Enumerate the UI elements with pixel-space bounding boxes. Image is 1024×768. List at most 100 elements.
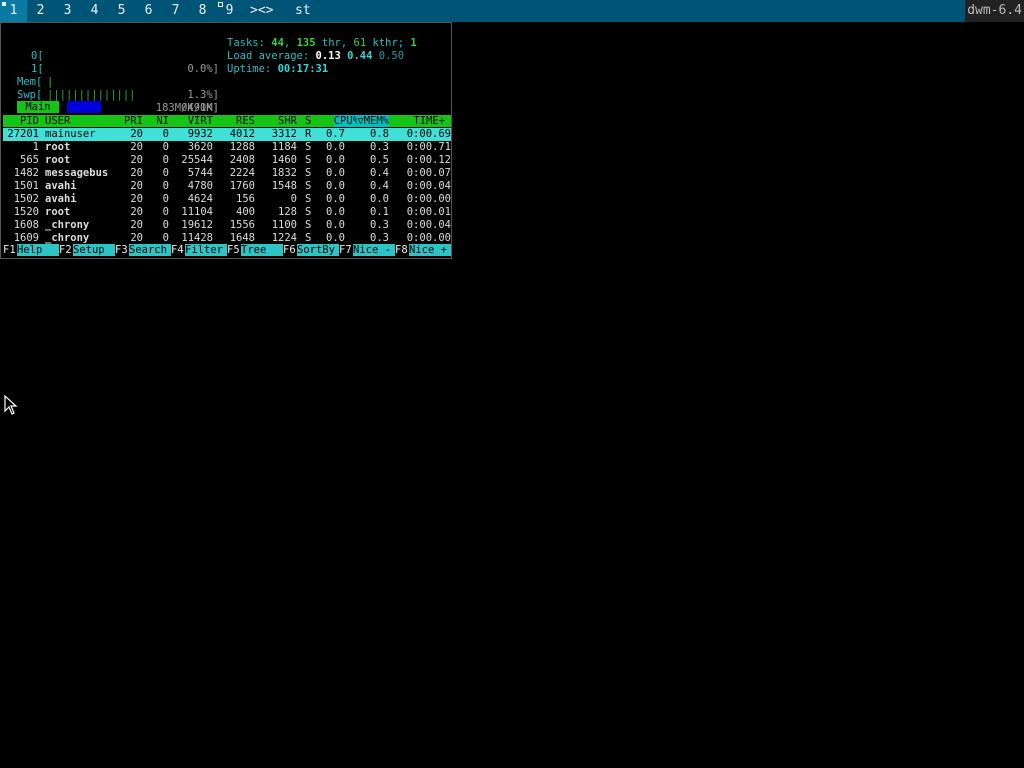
cell-mem: 0.5 [370, 154, 389, 166]
col-shr[interactable]: SHR [278, 115, 297, 127]
col-mem-sorted[interactable]: ▽MEM% [357, 115, 389, 127]
table-row[interactable]: 565 root 20 0 25544 2408 1460 S 0.0 0.5 0:00.12 [3, 154, 451, 167]
fkey-5-key[interactable]: F5 [227, 244, 240, 256]
cell-pri: 20 [130, 167, 143, 179]
fkey-7-key[interactable]: F7 [339, 244, 352, 256]
col-cpu[interactable]: CPU% [333, 115, 359, 127]
fkey-4-label[interactable]: Filter [185, 244, 227, 256]
cell-state: S [305, 193, 312, 205]
cell-virt: 9932 [187, 128, 213, 140]
cell-virt: 4780 [187, 180, 213, 192]
cell-shr: 1100 [271, 219, 297, 231]
tag-1[interactable]: 1 [0, 0, 27, 22]
tasks-kthr-label: kthr; [372, 37, 405, 49]
table-row[interactable]: 1520 root 20 0 11104 400 128 S 0.0 0.1 0:00.01 [3, 206, 451, 219]
tag-7[interactable]: 7 [162, 0, 189, 22]
cell-user: _chrony [45, 219, 90, 231]
col-pri[interactable]: PRI [124, 115, 143, 127]
status-text: dwm-6.4 [965, 0, 1024, 22]
cell-virt: 3620 [187, 141, 213, 153]
cell-state: S [305, 167, 312, 179]
swp-meter: Swp[ 0K/0K] [3, 76, 219, 114]
fkey-3-label[interactable]: Search [129, 244, 171, 256]
tag-2[interactable]: 2 [27, 0, 54, 22]
col-ni[interactable]: NI [156, 115, 169, 127]
function-key-bar: F1 Help F2 Setup F3 Search F4 Filter F5 Tree F6… [3, 244, 451, 256]
cell-pid: 27201 [7, 128, 39, 140]
col-res[interactable]: RES [236, 115, 255, 127]
fkey-4-key[interactable]: F4 [171, 244, 184, 256]
fkey-5-label[interactable]: Tree [241, 244, 283, 256]
tag-8[interactable]: 8 [189, 0, 216, 22]
table-row[interactable]: 1501 avahi 20 0 4780 1760 1548 S 0.0 0.4 0:00.04 [3, 180, 451, 193]
fkey-3-key[interactable]: F3 [115, 244, 128, 256]
col-user[interactable]: USER [45, 115, 70, 127]
cell-pid: 1520 [13, 206, 39, 218]
occupied-outline-icon [218, 2, 223, 7]
cell-cpu: 0.0 [326, 141, 345, 153]
cell-shr: 3312 [271, 128, 297, 140]
cell-virt: 19612 [181, 219, 213, 231]
fkey-1-key[interactable]: F1 [3, 244, 16, 256]
fkey-8-key[interactable]: F8 [395, 244, 408, 256]
table-row[interactable]: 1 root 20 0 3620 1288 1184 S 0.0 0.3 0:00.71 [3, 141, 451, 154]
tag-5[interactable]: 5 [108, 0, 135, 22]
tab-io[interactable] [67, 101, 101, 113]
cell-time: 0:00.01 [406, 206, 451, 218]
col-pid[interactable]: PID [20, 115, 39, 127]
cell-virt: 4624 [187, 193, 213, 205]
fkey-7-label[interactable]: Nice - [353, 244, 395, 256]
cell-pri: 20 [130, 219, 143, 231]
cell-mem: 0.8 [370, 128, 389, 140]
fkey-2-key[interactable]: F2 [59, 244, 72, 256]
cell-state: S [305, 219, 312, 231]
cell-res: 156 [236, 193, 255, 205]
fkey-1-label[interactable]: Help [17, 244, 59, 256]
tasks-count: 44 [271, 37, 284, 49]
table-row[interactable]: 1502 avahi 20 0 4624 156 0 S 0.0 0.0 0:00.00 [3, 193, 451, 206]
table-row[interactable]: 1608 _chrony 20 0 19612 1556 1100 S 0.0 0.3 0:00.0… [3, 219, 451, 232]
cell-state: S [305, 206, 312, 218]
tag-4[interactable]: 4 [81, 0, 108, 22]
window-title: st [295, 3, 311, 18]
cell-pri: 20 [130, 193, 143, 205]
uptime-meter: Uptime: 00:17:31 [227, 63, 328, 76]
table-row[interactable]: 27201 mainuser 20 0 9932 4012 3312 R 0.7 0.8 0:00.… [3, 128, 451, 141]
cell-time: 0:00.12 [406, 154, 451, 166]
layout-symbol[interactable]: ><> [250, 0, 273, 22]
col-virt[interactable]: VIRT [188, 115, 213, 127]
fkey-6-key[interactable]: F6 [283, 244, 296, 256]
dwm-top-bar: 1 2 3 4 5 6 7 8 9 ><> st dwm-6.4 [0, 0, 1024, 22]
cell-pri: 20 [130, 206, 143, 218]
terminal-window[interactable]: 0[ 0.0%] 1[ | 1.3%] Mem[ |||||||||||||| … [0, 22, 452, 259]
cell-cpu: 0.0 [326, 206, 345, 218]
tasks-kthr: 61 [353, 37, 367, 49]
cell-mem: 0.4 [370, 180, 389, 192]
cell-pid: 1 [32, 141, 39, 153]
col-state[interactable]: S [305, 115, 311, 127]
cell-time: 0:00.04 [406, 180, 451, 192]
cell-shr: 1548 [271, 180, 297, 192]
cell-state: S [305, 141, 312, 153]
tag-3[interactable]: 3 [54, 0, 81, 22]
cell-res: 1556 [229, 219, 255, 231]
cell-user: avahi [45, 180, 77, 192]
tasks-label: Tasks: [227, 37, 265, 49]
tag-9[interactable]: 9 [216, 0, 243, 22]
cell-shr: 128 [278, 206, 297, 218]
tab-main[interactable]: Main [17, 101, 59, 113]
tasks-meter: Tasks: 44, 135 thr, 61 kthr; 1 [227, 37, 417, 49]
fkey-6-label[interactable]: SortBy [297, 244, 339, 256]
col-time[interactable]: TIME+ [413, 115, 445, 127]
table-row[interactable]: 1482 messagebus 20 0 5744 2224 1832 S 0.0 0.4 0:00… [3, 167, 451, 180]
tag-6[interactable]: 6 [135, 0, 162, 22]
load-label: Load average: [227, 50, 310, 62]
fkey-8-label[interactable]: Nice + [409, 244, 451, 256]
fkey-2-label[interactable]: Setup [73, 244, 115, 256]
cell-res: 2408 [229, 154, 255, 166]
cell-pid: 1482 [13, 167, 39, 179]
cell-cpu: 0.0 [326, 154, 345, 166]
cell-pri: 20 [130, 180, 143, 192]
tasks-thr-label: thr, [321, 37, 348, 49]
process-table-header[interactable]: PID USER PRI NI VIRT RES SHR S CPU% ▽MEM… [3, 115, 451, 127]
